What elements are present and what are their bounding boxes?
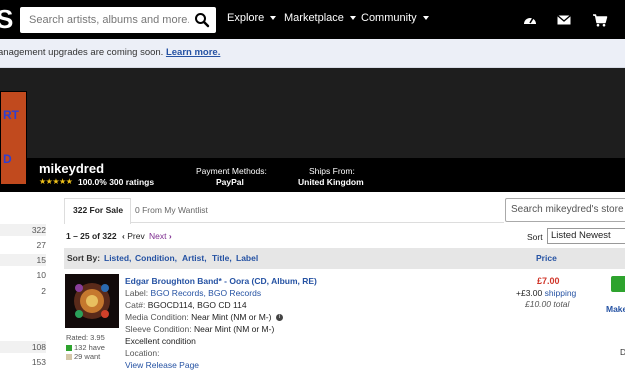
sleeve-value: Near Mint (NM or M-): [194, 324, 275, 334]
item-total: £10.00 total: [525, 299, 570, 309]
learn-more-link[interactable]: Learn more.: [166, 47, 220, 58]
release-title-link[interactable]: Edgar Broughton Band* - Oora (CD, Album,…: [125, 276, 317, 286]
avatar-text-1: RT: [3, 108, 19, 122]
ships-from-value: United Kingdom: [298, 177, 364, 187]
shipping-row: +£3.00 shipping: [516, 288, 576, 298]
pagination: 1 – 25 of 322 ‹ Prev Next ›: [66, 231, 172, 241]
search-input[interactable]: [29, 8, 189, 32]
release-cover-image[interactable]: [65, 274, 119, 328]
item-view-release-row: View Release Page: [125, 360, 199, 370]
add-to-cart-button[interactable]: [611, 276, 625, 292]
sort-by-title[interactable]: Title,: [212, 253, 232, 263]
want-label: 29 want: [74, 352, 101, 361]
label-key: Label:: [125, 288, 149, 298]
tab-wantlist[interactable]: 0 From My Wantlist: [135, 205, 208, 215]
sidebar-count: 10: [36, 270, 46, 280]
banner-text: anagement upgrades are coming soon.: [0, 47, 164, 58]
cover-art: [65, 274, 119, 328]
chevron-down-icon: [270, 16, 277, 20]
status-fragment: D: [620, 347, 625, 357]
sort-select[interactable]: Listed Newest: [547, 228, 625, 244]
star-rating-icon: ★★★★★: [39, 177, 73, 186]
seller-name[interactable]: mikeydred: [39, 161, 104, 176]
media-value: Near Mint (NM or M-): [191, 312, 272, 322]
item-media-row: Media Condition: Near Mint (NM or M-) i: [125, 312, 283, 322]
nav-community-label: Community: [361, 12, 417, 24]
nav-community[interactable]: Community: [361, 12, 429, 24]
sort-by-listed[interactable]: Listed,: [104, 253, 131, 263]
sidebar-count: 15: [0, 254, 46, 266]
sidebar-count: 27: [36, 240, 46, 250]
item-comment-row: Excellent condition: [125, 336, 196, 346]
nav-marketplace[interactable]: Marketplace: [284, 12, 356, 24]
shipping-link[interactable]: shipping: [545, 288, 577, 298]
record-label-link[interactable]: BGO Records, BGO Records: [151, 288, 262, 298]
payment-methods-value: PayPal: [216, 177, 244, 187]
site-search: [20, 7, 216, 33]
search-icon[interactable]: [194, 12, 210, 28]
banner-message: anagement upgrades are coming soon. Lear…: [0, 47, 220, 58]
have-label: 132 have: [74, 343, 105, 352]
next-page-link[interactable]: Next ›: [149, 231, 172, 241]
cart-icon[interactable]: [592, 12, 608, 28]
ships-from-label: Ships From:: [309, 166, 355, 176]
item-label-row: Label: BGO Records, BGO Records: [125, 288, 261, 298]
store-search-input[interactable]: [506, 199, 625, 219]
location-key: Location:: [125, 348, 160, 358]
info-icon[interactable]: i: [275, 314, 283, 322]
sort-by-price[interactable]: Price: [536, 253, 557, 263]
nav-explore-label: Explore: [227, 12, 265, 24]
prev-label: Prev: [127, 231, 145, 241]
chevron-down-icon: [349, 16, 356, 20]
prev-page-link[interactable]: ‹ Prev: [122, 231, 145, 241]
store-search: [505, 198, 625, 222]
result-range: 1 – 25 of 322: [66, 231, 117, 241]
view-release-link[interactable]: View Release Page: [125, 360, 199, 370]
sort-by-bar: Sort By: Listed, Condition, Artist, Titl…: [64, 248, 625, 269]
sidebar-count: 2: [41, 286, 46, 296]
make-offer-link[interactable]: Make: [606, 304, 625, 314]
item-sleeve-row: Sleeve Condition: Near Mint (NM or M-): [125, 324, 274, 334]
sort-by-artist[interactable]: Artist,: [182, 253, 207, 263]
site-logo[interactable]: S: [0, 5, 14, 33]
chevron-down-icon: [422, 16, 429, 20]
have-count[interactable]: 132 have: [66, 343, 105, 352]
have-square-icon: [66, 345, 72, 352]
top-nav: S Explore Marketplace Community: [0, 0, 625, 39]
tab-for-sale[interactable]: 322 For Sale: [73, 205, 123, 215]
sort-label: Sort: [527, 232, 543, 242]
next-label: Next: [149, 231, 167, 241]
sidebar-count: 153: [31, 357, 46, 367]
avatar[interactable]: RT D: [0, 91, 27, 185]
cat-key: Cat#:: [125, 300, 146, 310]
avatar-text-2: D: [3, 152, 12, 166]
item-location-row: Location:: [125, 348, 160, 358]
media-key: Media Condition:: [125, 312, 189, 322]
item-price: £7.00: [537, 276, 560, 286]
envelope-icon[interactable]: [556, 12, 572, 28]
nav-marketplace-label: Marketplace: [284, 12, 344, 24]
sleeve-key: Sleeve Condition:: [125, 324, 192, 334]
cat-value: BGOCD114, BGO CD 114: [147, 300, 247, 310]
sort-by-condition[interactable]: Condition,: [135, 253, 177, 263]
sidebar-count: 108: [0, 341, 46, 353]
item-comment: Excellent condition: [125, 336, 196, 346]
want-count[interactable]: 29 want: [66, 352, 100, 361]
want-square-icon: [66, 354, 72, 361]
announcement-banner: anagement upgrades are coming soon. Lear…: [0, 39, 625, 68]
seller-rating[interactable]: 100.0% 300 ratings: [78, 177, 154, 187]
nav-explore[interactable]: Explore: [227, 12, 277, 24]
release-rating: Rated: 3.95: [66, 333, 105, 342]
sidebar-count: 322: [0, 224, 46, 236]
payment-methods-label: Payment Methods:: [196, 166, 267, 176]
dashboard-icon[interactable]: [522, 12, 538, 28]
item-catno-row: Cat#: BGOCD114, BGO CD 114: [125, 300, 247, 310]
sort-by-label-option[interactable]: Label: [236, 253, 258, 263]
shipping-amount: +£3.00: [516, 288, 543, 298]
sort-by-label: Sort By:: [67, 253, 101, 263]
